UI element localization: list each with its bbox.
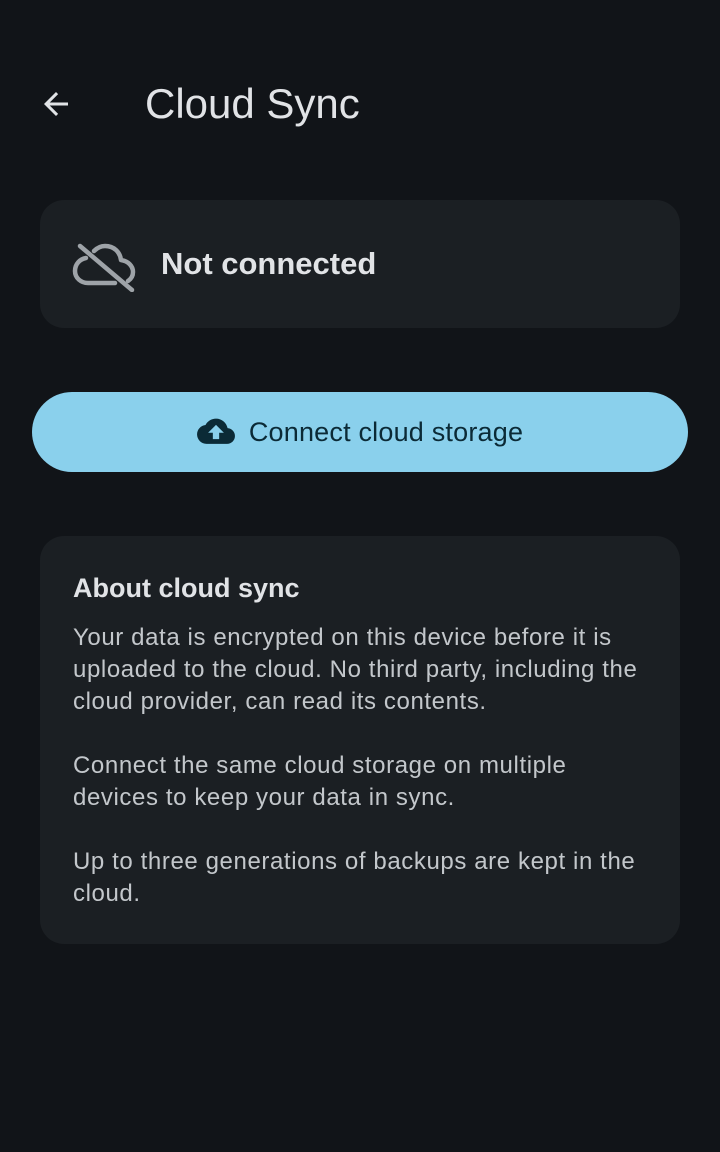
about-paragraph-encryption: Your data is encrypted on this device be… <box>73 624 638 715</box>
cloud-upload-icon <box>196 418 235 444</box>
back-button[interactable] <box>28 76 84 132</box>
about-cloud-sync-card: About cloud sync Your data is encrypted … <box>40 536 680 944</box>
page-title: Cloud Sync <box>145 80 360 127</box>
connect-cloud-storage-button[interactable]: Connect cloud storage <box>32 392 688 472</box>
about-paragraph-backups: Up to three generations of backups are k… <box>73 848 636 907</box>
about-title: About cloud sync <box>73 573 300 603</box>
cloud-off-icon <box>72 243 136 292</box>
about-paragraph-multi-device: Connect the same cloud storage on multip… <box>73 752 567 811</box>
connect-button-label: Connect cloud storage <box>248 416 524 447</box>
top-app-bar: Cloud Sync <box>0 0 720 208</box>
arrow-left-icon <box>44 92 68 116</box>
connection-status-card: Not connected <box>40 200 680 328</box>
connection-status-text: Not connected <box>161 246 377 281</box>
